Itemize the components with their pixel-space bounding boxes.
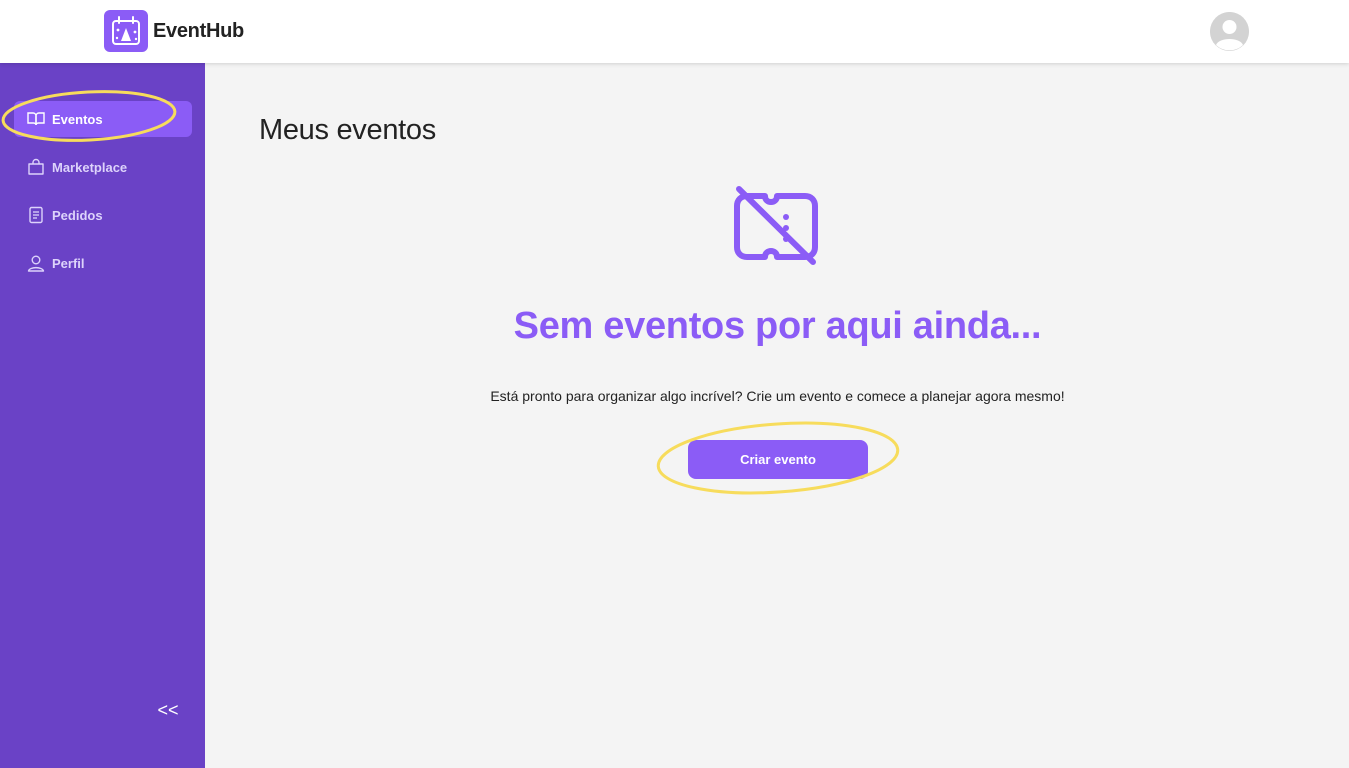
- sidebar-item-marketplace[interactable]: Marketplace: [14, 149, 192, 185]
- app-logo[interactable]: EventHub: [104, 10, 244, 52]
- empty-state-title: Sem eventos por aqui ainda...: [513, 305, 1042, 347]
- sidebar-item-perfil[interactable]: Perfil: [14, 245, 192, 281]
- app-name: EventHub: [153, 19, 244, 42]
- calendar-party-icon: [104, 10, 148, 52]
- sidebar-item-eventos[interactable]: Eventos: [14, 101, 192, 137]
- sidebar-item-label: Pedidos: [52, 207, 103, 223]
- shopping-bag-icon: [26, 157, 46, 177]
- receipt-icon: [26, 205, 46, 225]
- sidebar-item-label: Eventos: [52, 111, 103, 127]
- create-event-button[interactable]: Criar evento: [688, 440, 868, 479]
- user-avatar-icon[interactable]: [1210, 12, 1249, 51]
- user-icon: [26, 253, 46, 273]
- top-bar: EventHub: [0, 0, 1349, 63]
- ticket-off-icon: [733, 185, 819, 265]
- book-open-icon: [26, 109, 46, 129]
- sidebar-item-pedidos[interactable]: Pedidos: [14, 197, 192, 233]
- empty-state-description: Está pronto para organizar algo incrível…: [490, 388, 1065, 404]
- sidebar-item-label: Marketplace: [52, 159, 128, 175]
- collapse-sidebar-button[interactable]: <<: [156, 698, 180, 722]
- page-title: Meus eventos: [259, 114, 436, 146]
- sidebar: Eventos Marketplace Pedidos Perfil <<: [0, 63, 205, 768]
- sidebar-item-label: Perfil: [52, 255, 85, 271]
